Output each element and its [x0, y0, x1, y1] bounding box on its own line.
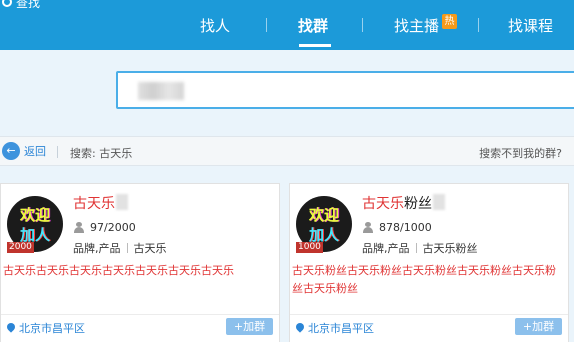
- card-footer: 北京市昌平区 +加群: [290, 314, 568, 342]
- group-tags: 品牌,产品 古天乐粉丝: [362, 240, 478, 256]
- group-description: 古天乐粉丝古天乐粉丝古天乐粉丝古天乐粉丝古天乐粉丝古天乐粉丝: [292, 262, 560, 298]
- tab-find-people[interactable]: 找人: [200, 12, 230, 38]
- search-query-redacted: [138, 82, 184, 100]
- active-tab-indicator: [299, 44, 331, 47]
- location-pin-icon: [7, 323, 15, 333]
- group-tag: 古天乐粉丝: [422, 242, 478, 255]
- window-title-text: 查找: [16, 0, 41, 10]
- nav-divider: [266, 18, 267, 32]
- window-title: 查找: [0, 0, 40, 10]
- cant-find-group-link[interactable]: 搜索不到我的群?: [479, 145, 562, 161]
- group-card[interactable]: 欢迎 加人 2000 古天乐 97/2000 品牌,产品 古天乐 古天乐古天乐古天…: [0, 183, 280, 342]
- tab-find-streamer[interactable]: 找主播 热: [394, 12, 458, 38]
- group-location: 北京市昌平区: [296, 320, 374, 336]
- group-name-keyword: 古天乐: [362, 196, 404, 212]
- hot-badge: 热: [442, 13, 458, 29]
- person-icon: [73, 222, 85, 233]
- nav-divider: [478, 18, 479, 32]
- tag-divider: [415, 243, 417, 253]
- tab-find-courses[interactable]: 找课程: [508, 12, 553, 38]
- tab-find-streamer-label: 找主播: [394, 16, 440, 35]
- search-query-label: 搜索: 古天乐: [70, 147, 133, 160]
- nav-divider: [362, 18, 363, 32]
- group-capacity-badge: 1000: [296, 242, 323, 253]
- group-description-keyword: 古天乐古天乐古天乐古天乐古天乐古天乐古天乐: [3, 264, 234, 277]
- join-group-button[interactable]: +加群: [226, 318, 273, 335]
- back-label: 返回: [24, 145, 46, 158]
- group-tag: 古天乐: [133, 242, 167, 255]
- results-toolbar: ← 返回 搜索: 古天乐 搜索不到我的群?: [0, 136, 574, 166]
- group-location-text: 北京市昌平区: [308, 322, 374, 335]
- back-button[interactable]: ← 返回: [2, 142, 46, 160]
- group-name-keyword: 古天乐: [73, 196, 115, 212]
- group-card[interactable]: 欢迎 加人 1000 古天乐粉丝 878/1000 品牌,产品 古天乐粉丝 古天乐…: [289, 183, 569, 342]
- tab-find-courses-label: 找课程: [508, 16, 554, 35]
- tab-find-groups[interactable]: 找群: [298, 12, 328, 38]
- tag-divider: [126, 243, 128, 253]
- back-arrow-icon: ←: [2, 142, 20, 160]
- tab-find-groups-label: 找群: [298, 16, 329, 35]
- group-name[interactable]: 古天乐: [73, 193, 128, 213]
- group-tag: 品牌,产品: [362, 242, 410, 255]
- search-box: [116, 71, 574, 109]
- group-name-redacted: [116, 194, 128, 210]
- group-name-rest: 粉丝: [404, 196, 432, 212]
- avatar-text-line1: 欢迎: [308, 206, 339, 224]
- person-icon: [362, 222, 374, 233]
- group-tag: 品牌,产品: [73, 242, 121, 255]
- tab-find-people-label: 找人: [200, 16, 231, 35]
- member-count-text: 878/1000: [379, 221, 432, 234]
- group-description-keyword: 古天乐粉丝古天乐粉丝古天乐粉丝古天乐粉丝古天乐粉丝古天乐粉丝: [292, 264, 556, 295]
- group-location: 北京市昌平区: [7, 320, 85, 336]
- group-name[interactable]: 古天乐粉丝: [362, 193, 445, 213]
- group-location-text: 北京市昌平区: [19, 322, 85, 335]
- group-description: 古天乐古天乐古天乐古天乐古天乐古天乐古天乐: [3, 262, 271, 280]
- group-capacity-badge: 2000: [7, 242, 34, 253]
- avatar-text-line1: 欢迎: [19, 206, 50, 224]
- card-footer: 北京市昌平区 +加群: [1, 314, 279, 342]
- group-tags: 品牌,产品 古天乐: [73, 240, 167, 256]
- group-name-redacted: [433, 194, 445, 210]
- toolbar-divider: [57, 146, 58, 158]
- member-count: 97/2000: [73, 221, 136, 234]
- member-count-text: 97/2000: [90, 221, 136, 234]
- location-pin-icon: [296, 323, 304, 333]
- search-icon: [2, 0, 12, 7]
- join-group-button[interactable]: +加群: [515, 318, 562, 335]
- member-count: 878/1000: [362, 221, 432, 234]
- top-nav-bar: 查找 找人 找群 找主播 热 找课程: [0, 0, 574, 50]
